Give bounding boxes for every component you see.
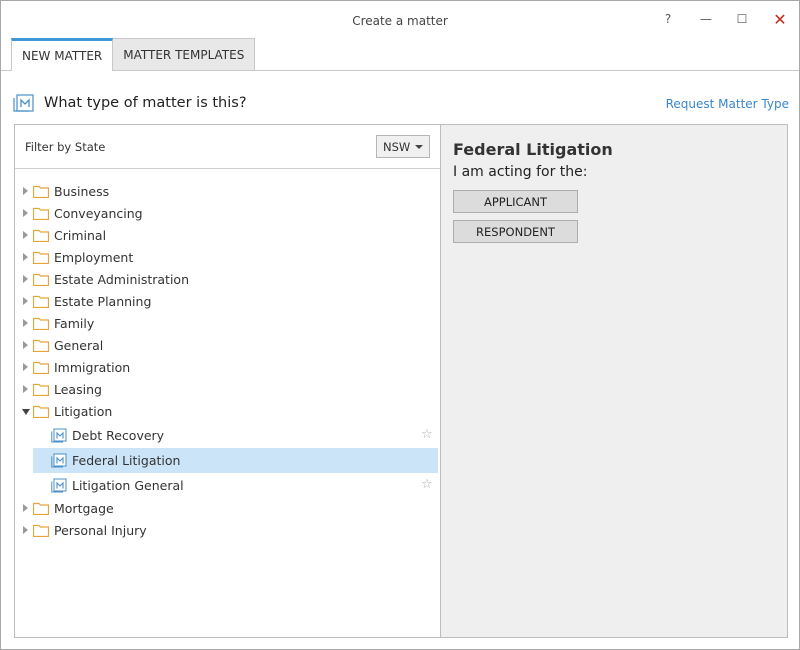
close-button[interactable]: ✕ bbox=[765, 7, 795, 31]
tab-matter-templates[interactable]: MATTER TEMPLATES bbox=[112, 38, 256, 71]
expand-arrow-icon[interactable] bbox=[23, 363, 28, 371]
tree-item-label: Personal Injury bbox=[54, 523, 147, 538]
tab-bar: NEW MATTER MATTER TEMPLATES bbox=[11, 38, 256, 71]
tree-item-business[interactable]: Business bbox=[15, 181, 440, 203]
tab-divider bbox=[1, 70, 799, 71]
expand-arrow-icon[interactable] bbox=[23, 385, 28, 393]
folder-icon bbox=[33, 273, 49, 286]
matter-type-tree: Business Conveyancing Criminal Employmen… bbox=[15, 181, 440, 542]
folder-icon bbox=[33, 251, 49, 264]
matter-type-icon bbox=[51, 478, 67, 493]
tree-item-label: Conveyancing bbox=[54, 206, 143, 221]
tab-new-matter[interactable]: NEW MATTER bbox=[11, 38, 114, 71]
tree-item-label: General bbox=[54, 338, 104, 353]
maximize-button[interactable]: ☐ bbox=[727, 7, 757, 31]
tree-item-employment[interactable]: Employment bbox=[15, 247, 440, 269]
create-matter-window: Create a matter ? — ☐ ✕ NEW MATTER MATTE… bbox=[0, 0, 800, 650]
folder-icon bbox=[33, 405, 49, 418]
tree-item-family[interactable]: Family bbox=[15, 313, 440, 335]
help-button[interactable]: ? bbox=[653, 7, 683, 31]
collapse-arrow-icon[interactable] bbox=[22, 409, 30, 415]
tree-item-personal-injury[interactable]: Personal Injury bbox=[15, 520, 440, 542]
matter-type-header: What type of matter is this? Request Mat… bbox=[13, 92, 789, 116]
expand-arrow-icon[interactable] bbox=[23, 209, 28, 217]
tree-item-label: Estate Planning bbox=[54, 294, 152, 309]
folder-icon bbox=[33, 207, 49, 220]
chevron-down-icon bbox=[415, 145, 423, 149]
folder-icon bbox=[33, 361, 49, 374]
expand-arrow-icon[interactable] bbox=[23, 526, 28, 534]
tree-item-litigation[interactable]: Litigation bbox=[15, 401, 440, 423]
respondent-button[interactable]: RESPONDENT bbox=[453, 220, 578, 243]
folder-icon bbox=[33, 383, 49, 396]
state-dropdown-value: NSW bbox=[383, 139, 411, 154]
folder-icon bbox=[33, 295, 49, 308]
tree-item-conveyancing[interactable]: Conveyancing bbox=[15, 203, 440, 225]
expand-arrow-icon[interactable] bbox=[23, 253, 28, 261]
tree-item-label: Criminal bbox=[54, 228, 107, 243]
tree-item-mortgage[interactable]: Mortgage bbox=[15, 498, 440, 520]
matter-type-list-pane: Filter by State NSW Business Conveyancin… bbox=[14, 124, 441, 638]
tree-item-general[interactable]: General bbox=[15, 335, 440, 357]
folder-icon bbox=[33, 229, 49, 242]
matter-type-icon bbox=[51, 428, 67, 443]
tree-item-label: Business bbox=[54, 184, 110, 199]
matter-type-icon bbox=[51, 453, 67, 468]
tree-item-label: Litigation bbox=[54, 404, 113, 419]
tree-item-estate-planning[interactable]: Estate Planning bbox=[15, 291, 440, 313]
request-matter-type-link[interactable]: Request Matter Type bbox=[666, 97, 789, 111]
filter-by-state-label: Filter by State bbox=[25, 140, 106, 154]
tree-item-immigration[interactable]: Immigration bbox=[15, 357, 440, 379]
title-bar: Create a matter ? — ☐ ✕ bbox=[1, 1, 799, 37]
expand-arrow-icon[interactable] bbox=[23, 319, 28, 327]
favourite-star-icon[interactable]: ☆ bbox=[421, 427, 433, 442]
expand-arrow-icon[interactable] bbox=[23, 187, 28, 195]
tree-item-debt-recovery[interactable]: Debt Recovery ☆ bbox=[15, 423, 440, 448]
folder-icon bbox=[33, 502, 49, 515]
matter-icon bbox=[13, 93, 35, 117]
acting-for-label: I am acting for the: bbox=[453, 164, 588, 180]
tree-item-litigation-general[interactable]: Litigation General ☆ bbox=[15, 473, 440, 498]
tree-item-label: Mortgage bbox=[54, 501, 114, 516]
folder-icon bbox=[33, 317, 49, 330]
tree-item-label: Federal Litigation bbox=[72, 453, 181, 468]
folder-icon bbox=[33, 339, 49, 352]
tree-item-label: Employment bbox=[54, 250, 134, 265]
folder-icon bbox=[33, 524, 49, 537]
filter-bar: Filter by State NSW bbox=[15, 125, 440, 169]
minimize-button[interactable]: — bbox=[691, 7, 721, 31]
matter-detail-pane: Federal Litigation I am acting for the: … bbox=[440, 124, 788, 638]
state-dropdown[interactable]: NSW bbox=[376, 135, 430, 158]
expand-arrow-icon[interactable] bbox=[23, 297, 28, 305]
tree-item-label: Immigration bbox=[54, 360, 131, 375]
tree-item-label: Family bbox=[54, 316, 95, 331]
tree-item-estate-administration[interactable]: Estate Administration bbox=[15, 269, 440, 291]
expand-arrow-icon[interactable] bbox=[23, 231, 28, 239]
tree-item-label: Debt Recovery bbox=[72, 428, 165, 443]
tree-item-leasing[interactable]: Leasing bbox=[15, 379, 440, 401]
tree-item-label: Leasing bbox=[54, 382, 102, 397]
tree-item-criminal[interactable]: Criminal bbox=[15, 225, 440, 247]
applicant-button[interactable]: APPLICANT bbox=[453, 190, 578, 213]
folder-icon bbox=[33, 185, 49, 198]
favourite-star-icon[interactable]: ☆ bbox=[421, 477, 433, 492]
matter-type-question: What type of matter is this? bbox=[44, 95, 247, 111]
tree-item-federal-litigation[interactable]: Federal Litigation bbox=[15, 448, 440, 473]
selected-matter-title: Federal Litigation bbox=[453, 140, 613, 159]
expand-arrow-icon[interactable] bbox=[23, 504, 28, 512]
expand-arrow-icon[interactable] bbox=[23, 275, 28, 283]
expand-arrow-icon[interactable] bbox=[23, 341, 28, 349]
tree-item-label: Estate Administration bbox=[54, 272, 190, 287]
tree-item-label: Litigation General bbox=[72, 478, 184, 493]
